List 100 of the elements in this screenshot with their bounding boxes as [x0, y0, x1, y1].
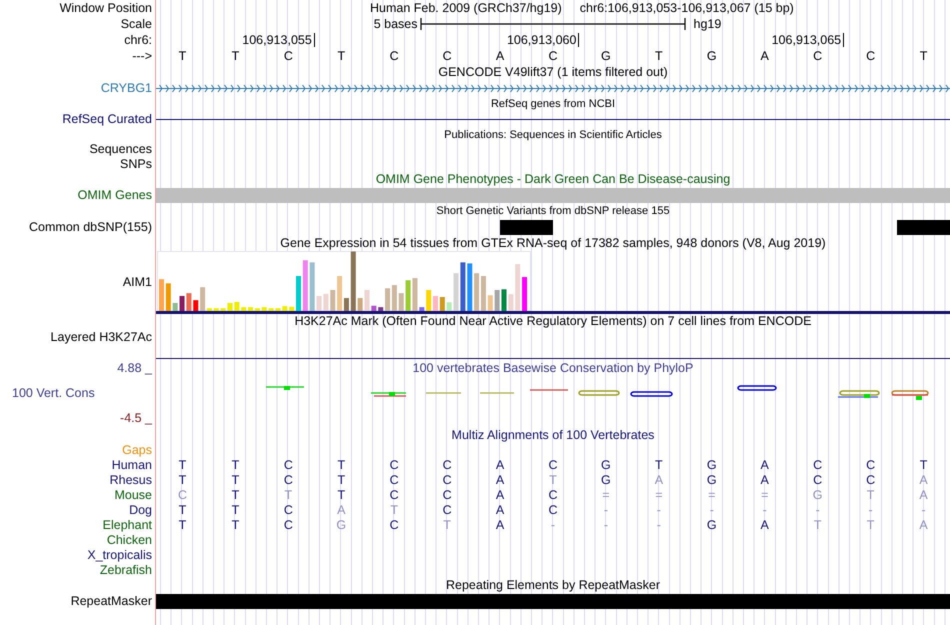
aligned-base: A: [494, 503, 506, 518]
assembly-label: hg19: [692, 16, 722, 32]
track-title: Repeating Elements by RepeatMasker: [446, 578, 660, 593]
base-letter: T: [918, 49, 928, 64]
aligned-base: -: [868, 503, 874, 518]
aligned-base: A: [494, 518, 506, 533]
track-title: Publications: Sequences in Scientific Articles: [444, 128, 662, 142]
aligned-base: -: [602, 518, 609, 533]
expression-bar: [426, 290, 432, 311]
aligned-base: C: [442, 458, 453, 473]
track-label: Common dbSNP(155): [29, 220, 152, 234]
track-label: 100 Vert. Cons: [11, 386, 95, 400]
expression-bar: [494, 290, 500, 311]
species-label: Mouse: [114, 488, 152, 503]
aligned-base: C: [812, 458, 824, 473]
track-label: chr6:: [124, 32, 152, 48]
aligned-base: C: [547, 458, 558, 473]
species-label: Dog: [129, 503, 152, 518]
track-label: X_tropicalis: [87, 548, 152, 563]
expression-bar: [515, 264, 520, 311]
expression-bar: [350, 252, 356, 311]
aligned-base: -: [656, 503, 662, 518]
expression-bar: [446, 302, 452, 311]
expression-bar: [193, 300, 198, 311]
aligned-base: T: [866, 518, 876, 533]
aligned-base: G: [706, 458, 718, 473]
track-title: 100 vertebrates Basewise Conservation by PhyloP: [412, 361, 694, 376]
aligned-base: T: [812, 518, 822, 533]
base-letter: T: [336, 49, 346, 64]
expression-bar: [214, 308, 219, 311]
expression-bar: [234, 302, 240, 311]
expression-bar: [330, 290, 336, 311]
aligned-base: T: [178, 503, 188, 518]
track-title: Multiz Alignments of 100 Vertebrates: [452, 428, 654, 443]
expression-bar: [488, 295, 493, 311]
aligned-base: A: [494, 488, 506, 503]
expression-bar: [166, 283, 171, 311]
position-tick-label: 106,913,060: [420, 33, 580, 47]
expression-bar: [433, 296, 438, 311]
base-letter: T: [178, 49, 188, 64]
track-title: H3K27Ac Mark (Often Found Near Active Regulatory Elements) on 7 cell lines from ENCODE: [294, 314, 812, 329]
track-title: Gene Expression in 54 tissues from GTEx RNA-seq of 17382 samples, 948 donors (V8, Aug 2019): [280, 236, 826, 251]
species-label: Human: [112, 458, 152, 473]
track-label: Zebrafish: [100, 563, 152, 578]
axis-min-label: -4.5 _: [120, 410, 152, 425]
aligned-base: -: [814, 503, 821, 518]
expression-bar: [502, 289, 506, 311]
track-label: Sequences: [89, 142, 152, 157]
expression-bar: [241, 307, 246, 311]
aligned-base: T: [336, 488, 346, 503]
base-letter: C: [388, 49, 400, 64]
aligned-base: C: [442, 488, 453, 503]
base-letter: C: [547, 49, 558, 64]
expression-bar: [172, 302, 178, 311]
expression-bar: [220, 308, 226, 311]
aligned-base: C: [442, 473, 453, 488]
expression-bar: [522, 277, 528, 311]
aligned-base: T: [918, 458, 928, 473]
expression-bar: [440, 297, 445, 311]
expression-bar: [310, 262, 315, 311]
expression-bar: [371, 306, 376, 311]
aligned-base: =: [654, 488, 664, 503]
expression-bar: [282, 306, 288, 311]
aligned-base: =: [601, 488, 611, 503]
aligned-base: T: [284, 488, 294, 503]
aligned-base: A: [760, 458, 770, 473]
aligned-base: C: [282, 458, 294, 473]
track-label: RepeatMasker: [70, 594, 152, 609]
aligned-base: T: [336, 473, 346, 488]
base-letter: C: [865, 49, 876, 64]
aligned-base: A: [336, 503, 346, 518]
expression-bar: [296, 276, 301, 311]
aligned-base: -: [602, 503, 609, 518]
aligned-base: T: [230, 503, 240, 518]
aligned-base: =: [760, 488, 770, 503]
aligned-base: C: [865, 473, 876, 488]
track-label: AIM1: [122, 275, 152, 290]
aligned-base: G: [812, 488, 824, 503]
scale-text: 5 bases: [372, 16, 418, 32]
expression-bar: [302, 260, 308, 311]
aligned-base: T: [442, 518, 452, 533]
aligned-base: T: [389, 503, 399, 518]
aligned-base: C: [442, 503, 453, 518]
aligned-base: C: [812, 473, 824, 488]
track-label: OMIM Genes: [78, 188, 152, 203]
expression-bar: [508, 294, 514, 311]
track-title: GENCODE V49lift37 (1 items filtered out): [438, 65, 668, 80]
aligned-base: A: [494, 473, 506, 488]
aligned-base: C: [865, 458, 876, 473]
aligned-base: T: [230, 458, 240, 473]
aligned-base: G: [706, 518, 718, 533]
aligned-base: C: [547, 503, 558, 518]
aligned-base: -: [762, 503, 768, 518]
aligned-base: T: [178, 458, 188, 473]
track-label: Window Position: [60, 0, 152, 16]
aligned-base: -: [550, 518, 556, 533]
aligned-base: -: [656, 518, 662, 533]
aligned-base: T: [178, 518, 188, 533]
expression-bar: [419, 307, 424, 311]
base-letter: C: [282, 49, 294, 64]
